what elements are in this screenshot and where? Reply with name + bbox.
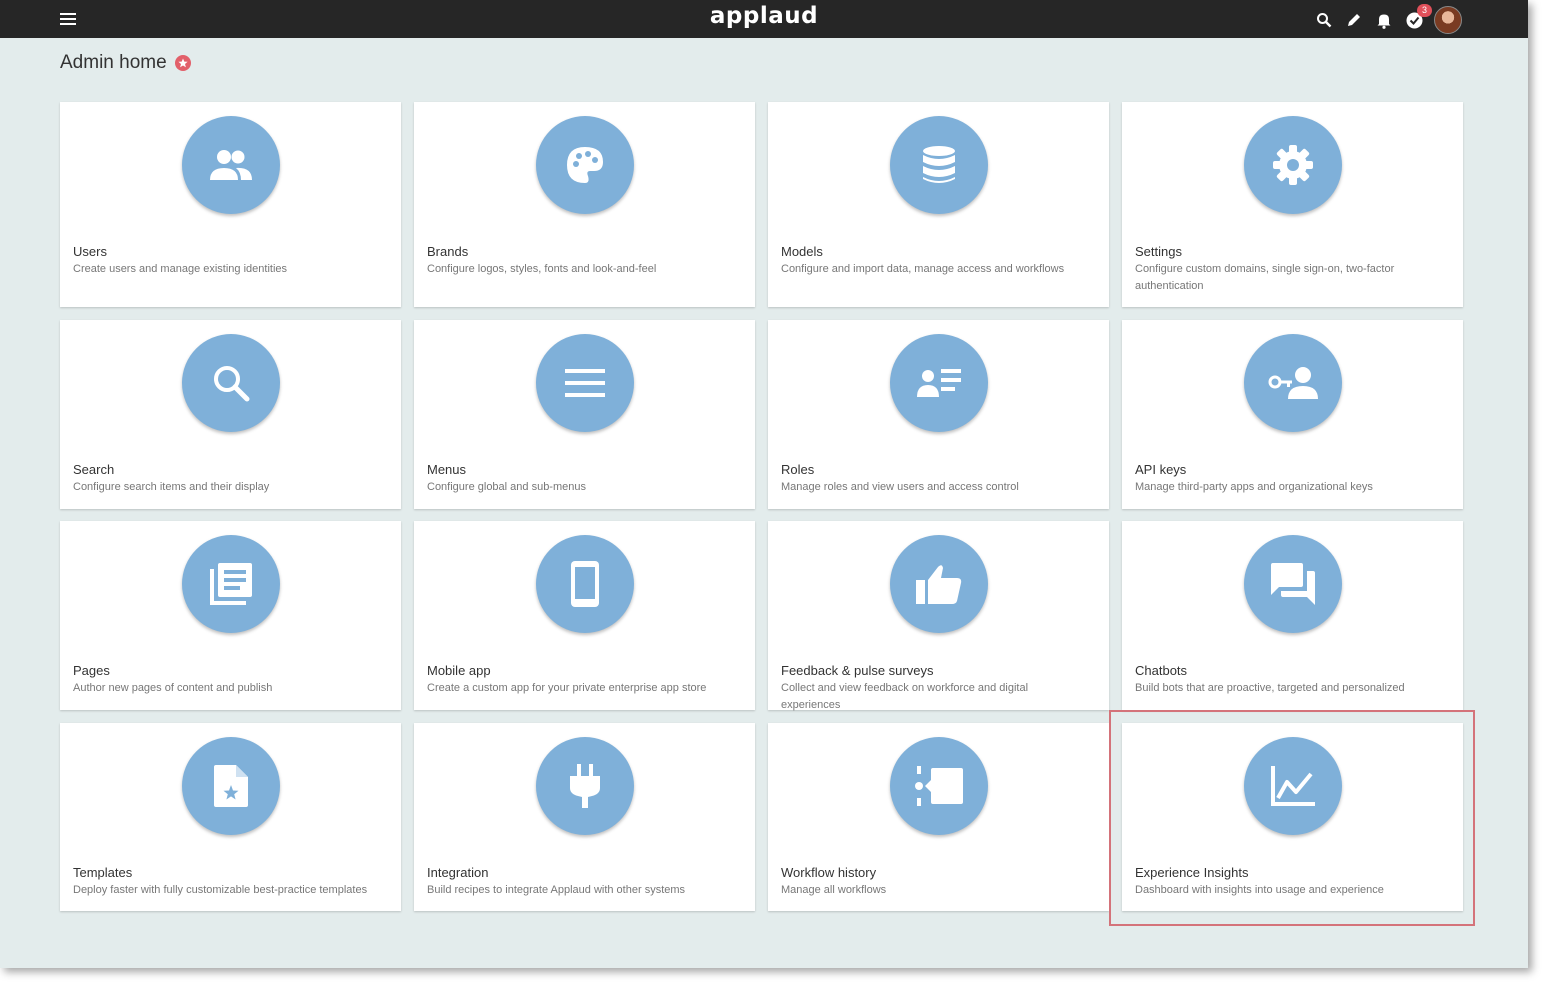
- plug-icon: [535, 737, 634, 835]
- card-pages[interactable]: Pages Author new pages of content and pu…: [60, 521, 401, 710]
- key-user-icon: [1243, 334, 1342, 432]
- card-roles[interactable]: Roles Manage roles and view users and ac…: [768, 320, 1109, 509]
- card-description: Configure global and sub-menus: [427, 481, 586, 493]
- card-description: Dashboard with insights into usage and e…: [1135, 884, 1384, 896]
- app-window: applaud 3 Admin home Users Create users …: [0, 0, 1528, 968]
- card-description: Deploy faster with fully customizable be…: [73, 884, 368, 896]
- card-workflow-history[interactable]: Workflow history Manage all workflows: [768, 723, 1109, 911]
- template-icon: [181, 737, 280, 835]
- chat-icon: [1243, 535, 1342, 633]
- card-experience-insights[interactable]: Experience Insights Dashboard with insig…: [1122, 723, 1463, 911]
- card-title: Users: [73, 244, 107, 259]
- card-users[interactable]: Users Create users and manage existing i…: [60, 102, 401, 307]
- card-description: Manage roles and view users and access c…: [781, 481, 1019, 493]
- card-integration[interactable]: Integration Build recipes to integrate A…: [414, 723, 755, 911]
- workflow-icon: [889, 737, 988, 835]
- user-avatar[interactable]: [1434, 6, 1462, 34]
- card-description: Configure logos, styles, fonts and look-…: [427, 263, 657, 275]
- card-title: Roles: [781, 462, 815, 477]
- top-bar: applaud 3: [0, 0, 1528, 38]
- card-description: Manage all workflows: [781, 884, 887, 896]
- card-title: Experience Insights: [1135, 865, 1249, 880]
- page-header: Admin home: [60, 52, 191, 74]
- search-icon[interactable]: [1314, 10, 1334, 30]
- card-title: Search: [73, 462, 115, 477]
- card-description: Author new pages of content and publish: [73, 682, 273, 694]
- menu-icon: [535, 334, 634, 432]
- card-title: Settings: [1135, 244, 1182, 259]
- card-description: Create users and manage existing identit…: [73, 263, 288, 275]
- card-menus[interactable]: Menus Configure global and sub-menus: [414, 320, 755, 509]
- search-icon: [181, 334, 280, 432]
- card-description: Configure search items and their display: [73, 481, 270, 493]
- card-title: Mobile app: [427, 663, 491, 678]
- card-settings[interactable]: Settings Configure custom domains, singl…: [1122, 102, 1463, 307]
- card-title: API keys: [1135, 462, 1187, 477]
- card-title: Pages: [73, 663, 110, 678]
- mobile-icon: [535, 535, 634, 633]
- card-templates[interactable]: Templates Deploy faster with fully custo…: [60, 723, 401, 911]
- card-feedback[interactable]: Feedback & pulse surveys Collect and vie…: [768, 521, 1109, 711]
- roles-icon: [889, 334, 988, 432]
- app-logo[interactable]: applaud: [0, 3, 1528, 29]
- card-models[interactable]: Models Configure and import data, manage…: [768, 102, 1109, 307]
- card-api-keys[interactable]: API keys Manage third-party apps and org…: [1122, 320, 1463, 509]
- pages-icon: [181, 535, 280, 633]
- card-chatbots[interactable]: Chatbots Build bots that are proactive, …: [1122, 521, 1463, 710]
- palette-icon: [535, 116, 634, 214]
- card-description: Configure and import data, manage access…: [781, 263, 1065, 275]
- tasks-check-icon[interactable]: 3: [1404, 4, 1432, 30]
- card-description: Collect and view feedback on workforce a…: [781, 682, 1029, 711]
- card-title: Feedback & pulse surveys: [781, 663, 934, 678]
- card-search[interactable]: Search Configure search items and their …: [60, 320, 401, 509]
- top-actions: 3: [1314, 4, 1462, 34]
- gear-icon: [1243, 116, 1342, 214]
- card-title: Workflow history: [781, 865, 877, 880]
- card-title: Integration: [427, 865, 489, 880]
- card-description: Configure custom domains, single sign-on…: [1135, 263, 1395, 292]
- card-title: Menus: [427, 462, 467, 477]
- edit-pencil-icon[interactable]: [1344, 10, 1364, 30]
- card-title: Models: [781, 244, 823, 259]
- card-mobile-app[interactable]: Mobile app Create a custom app for your …: [414, 521, 755, 710]
- card-description: Create a custom app for your private ent…: [427, 682, 707, 694]
- card-brands[interactable]: Brands Configure logos, styles, fonts an…: [414, 102, 755, 307]
- bell-icon[interactable]: [1374, 10, 1394, 30]
- favorite-star-icon[interactable]: [174, 55, 191, 71]
- card-title: Templates: [73, 865, 133, 880]
- chart-line-icon: [1243, 737, 1342, 835]
- database-icon: [889, 116, 988, 214]
- page-title: Admin home: [60, 52, 167, 73]
- card-title: Chatbots: [1135, 663, 1188, 678]
- tasks-count-badge: 3: [1417, 4, 1432, 17]
- card-description: Manage third-party apps and organization…: [1135, 481, 1373, 493]
- card-description: Build bots that are proactive, targeted …: [1135, 682, 1405, 694]
- thumbs-up-icon: [889, 535, 988, 633]
- card-description: Build recipes to integrate Applaud with …: [427, 884, 686, 896]
- users-icon: [181, 116, 280, 214]
- card-title: Brands: [427, 244, 469, 259]
